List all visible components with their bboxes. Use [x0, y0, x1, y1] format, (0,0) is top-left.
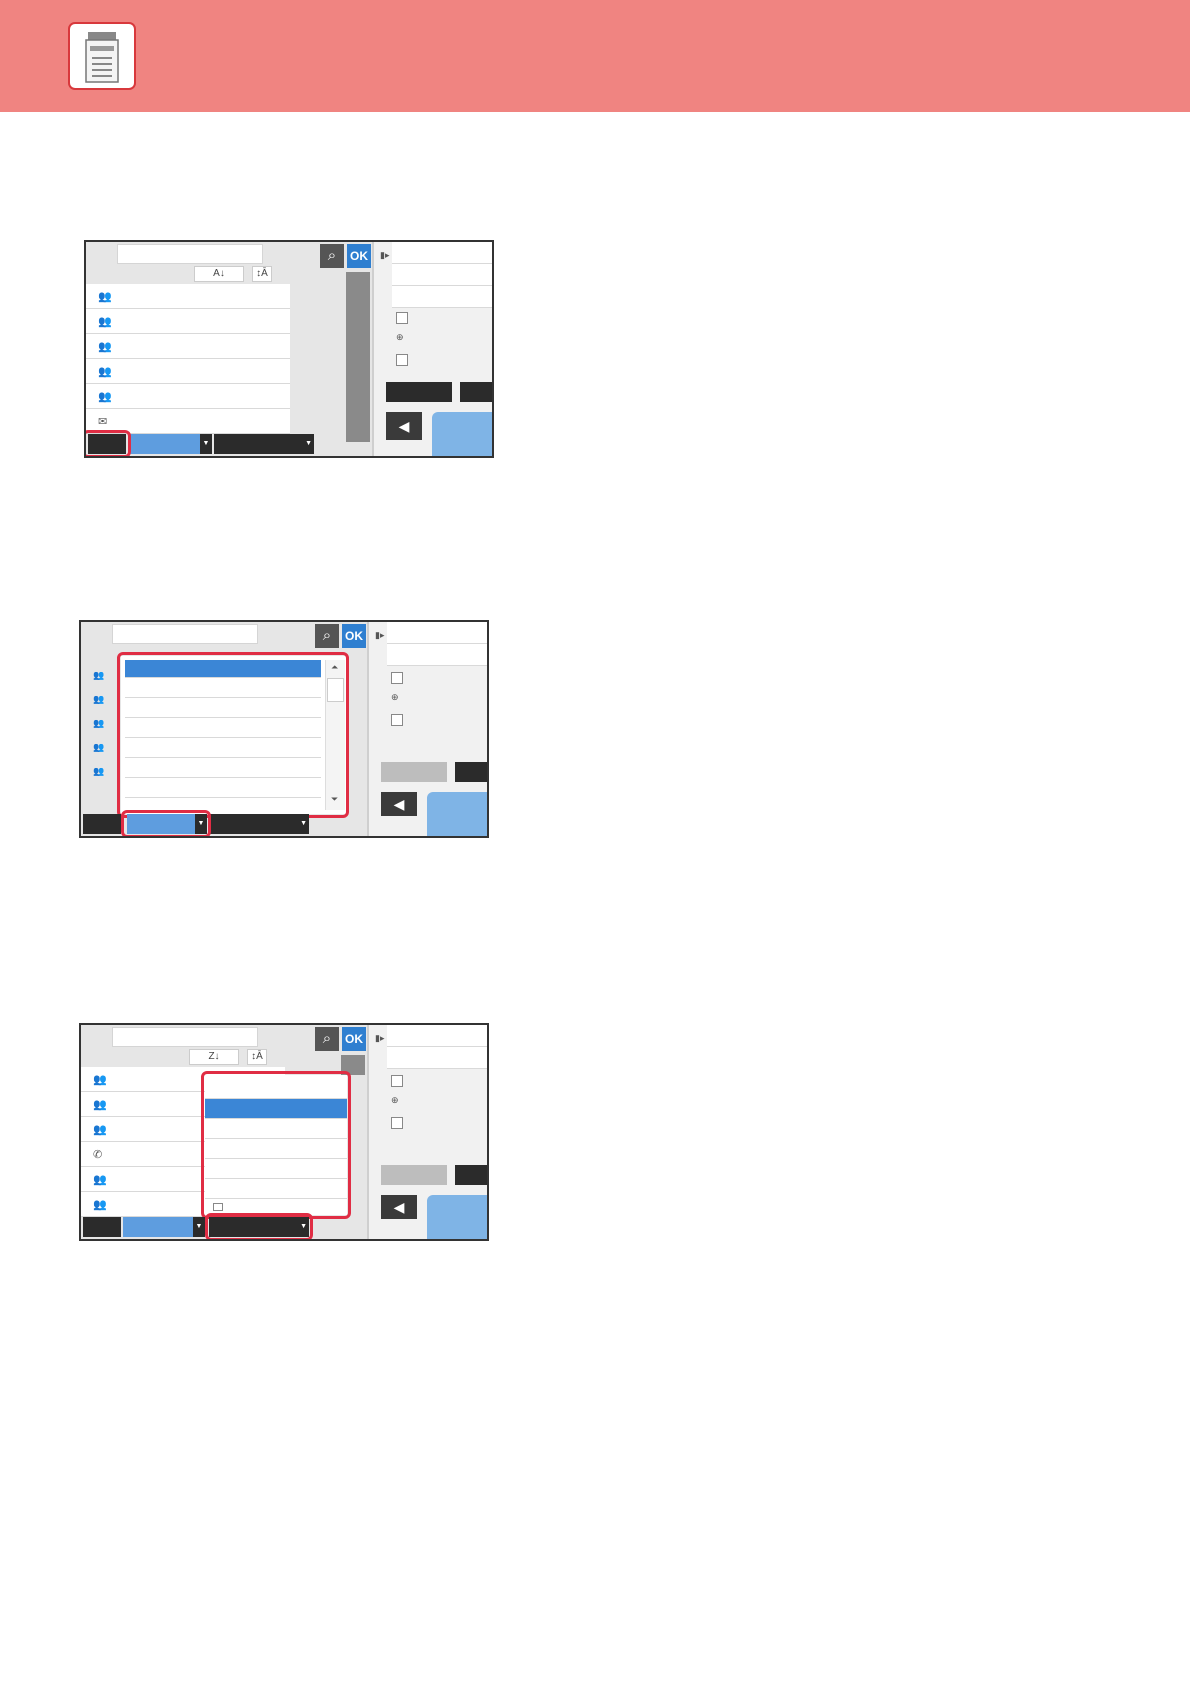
checkbox[interactable]	[391, 1117, 403, 1129]
checkbox[interactable]	[391, 672, 403, 684]
email-icon: ✉	[98, 416, 108, 428]
checkbox[interactable]	[396, 312, 408, 324]
search-input[interactable]	[112, 624, 258, 644]
settings-icon: ⊕	[391, 1095, 399, 1105]
speaker-icon[interactable]: ◀	[386, 412, 422, 440]
expand-icon[interactable]: ▮▸	[375, 630, 384, 641]
panel-row	[387, 644, 487, 666]
group-icon: 👥	[98, 291, 112, 303]
group-icon: 👥	[93, 694, 105, 704]
list-item[interactable]: 👥	[86, 334, 290, 359]
checkbox[interactable]	[391, 714, 403, 726]
expand-icon[interactable]: ▮▸	[375, 1033, 384, 1044]
chevron-down-icon: ▼	[300, 820, 307, 827]
panel-row	[387, 1025, 487, 1047]
search-input[interactable]	[117, 244, 263, 264]
filter-dropdown[interactable]: ▼	[209, 814, 309, 834]
address-book-tab[interactable]	[83, 1217, 121, 1237]
highlight-frame	[121, 810, 211, 836]
speaker-icon[interactable]: ◀	[381, 792, 417, 816]
panel-row	[387, 1047, 487, 1069]
highlight-frame	[117, 652, 349, 818]
chevron-down-icon: ▼	[305, 440, 312, 447]
category-dropdown[interactable]	[123, 1217, 193, 1237]
address-book-screen-3: ⌕ OK Z↓ ↕Ā 👥 👥 👥 ✆ 👥 👥 ▮▸ ⊕ ◀ ▼ ▼	[79, 1023, 489, 1241]
printer-logo	[68, 22, 136, 90]
list-item[interactable]: 👥	[86, 309, 290, 334]
sort-type-button[interactable]: ↕Ā	[252, 266, 272, 282]
checkbox[interactable]	[396, 354, 408, 366]
group-icon: 👥	[93, 670, 105, 680]
group-icon: 👥	[98, 391, 112, 403]
highlight-frame	[201, 1071, 351, 1219]
group-icon: 👥	[93, 1074, 107, 1086]
address-book-screen-1: ⌕ OK A↓ ↕Ā 👥 👥 👥 👥 👥 ✉ ▮▸ ⊕ ◀ ▼ ▼	[84, 240, 494, 458]
printer-icon	[85, 32, 119, 83]
group-icon: 👥	[93, 742, 105, 752]
phone-icon: ✆	[93, 1149, 103, 1161]
settings-icon: ⊕	[391, 692, 399, 702]
chevron-down-icon[interactable]: ▼	[200, 434, 212, 454]
chevron-down-icon[interactable]: ▼	[193, 1217, 205, 1237]
ok-button[interactable]: OK	[342, 624, 366, 648]
scrollbar[interactable]	[346, 272, 370, 442]
group-icon: 👥	[93, 766, 105, 776]
group-icon: 👥	[93, 718, 105, 728]
panel-row	[392, 264, 492, 286]
expand-icon[interactable]: ▮▸	[380, 250, 389, 261]
start-button[interactable]	[427, 792, 487, 836]
ok-button[interactable]: OK	[347, 244, 371, 268]
right-panel: ▮▸ ⊕ ◀	[372, 242, 492, 456]
right-panel: ▮▸ ⊕ ◀	[367, 622, 487, 836]
settings-icon: ⊕	[396, 332, 404, 342]
list-item[interactable]: 👥	[86, 384, 290, 409]
panel-button-left[interactable]	[381, 762, 447, 782]
sort-order-button[interactable]: Z↓	[189, 1049, 239, 1065]
panel-button-left[interactable]	[386, 382, 452, 402]
search-icon[interactable]: ⌕	[315, 624, 339, 648]
sort-type-button[interactable]: ↕Ā	[247, 1049, 267, 1065]
address-list: 👥 👥 👥 👥 👥 ✉	[86, 284, 290, 434]
group-icon: 👥	[93, 1199, 107, 1211]
list-item[interactable]: 👥	[86, 359, 290, 384]
start-button[interactable]	[427, 1195, 487, 1239]
list-item[interactable]: 👥	[86, 284, 290, 309]
panel-button-left[interactable]	[381, 1165, 447, 1185]
search-input[interactable]	[112, 1027, 258, 1047]
address-book-tab[interactable]	[83, 814, 121, 834]
group-icon: 👥	[93, 1174, 107, 1186]
group-icon: 👥	[98, 341, 112, 353]
panel-button-right[interactable]	[455, 762, 487, 782]
panel-button-right[interactable]	[460, 382, 492, 402]
panel-row	[387, 622, 487, 644]
address-book-screen-2: ⌕ OK 👥 👥 👥 👥 👥 ⏶ ⏷ ▮▸ ⊕ ◀ ▼ ▼	[79, 620, 489, 838]
panel-row	[392, 286, 492, 308]
group-icon: 👥	[93, 1124, 107, 1136]
sort-order-button[interactable]: A↓	[194, 266, 244, 282]
speaker-icon[interactable]: ◀	[381, 1195, 417, 1219]
group-icon: 👥	[98, 316, 112, 328]
highlight-frame	[86, 430, 131, 456]
page-header-band	[0, 0, 1190, 112]
category-dropdown[interactable]	[130, 434, 200, 454]
checkbox[interactable]	[391, 1075, 403, 1087]
filter-dropdown[interactable]: ▼	[214, 434, 314, 454]
right-panel: ▮▸ ⊕ ◀	[367, 1025, 487, 1239]
start-button[interactable]	[432, 412, 492, 456]
panel-row	[392, 242, 492, 264]
panel-button-right[interactable]	[455, 1165, 487, 1185]
group-icon: 👥	[98, 366, 112, 378]
highlight-frame	[205, 1213, 313, 1239]
ok-button[interactable]: OK	[342, 1027, 366, 1051]
group-icon: 👥	[93, 1099, 107, 1111]
search-icon[interactable]: ⌕	[320, 244, 344, 268]
search-icon[interactable]: ⌕	[315, 1027, 339, 1051]
icon-column: 👥 👥 👥 👥 👥	[81, 664, 121, 814]
